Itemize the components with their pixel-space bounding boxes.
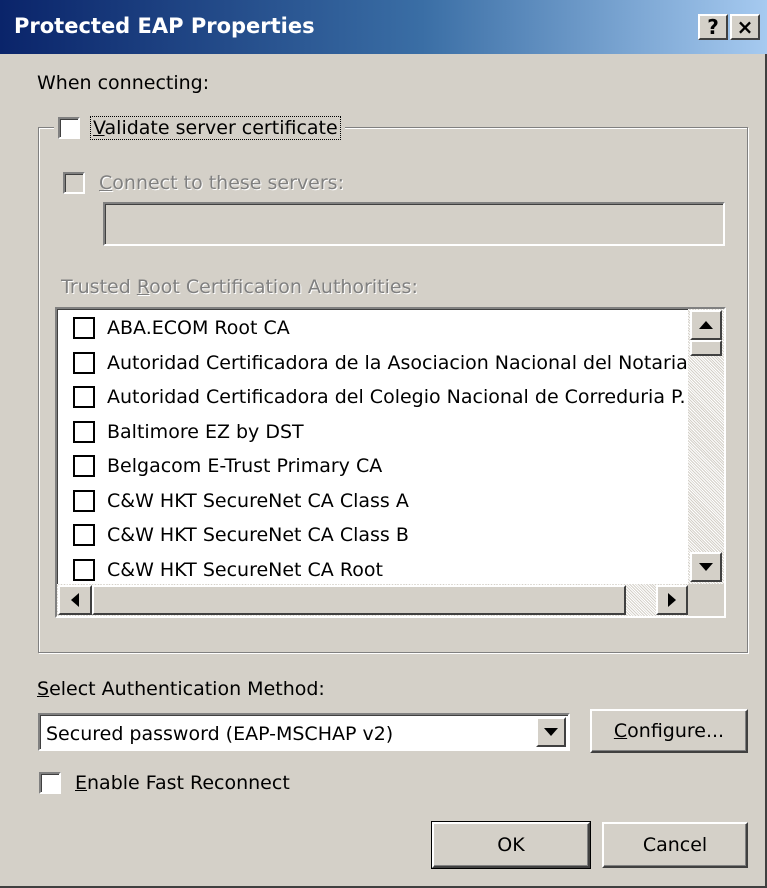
connect-servers-label: Connect to these servers:: [99, 172, 344, 194]
scroll-up-button[interactable]: [690, 310, 722, 340]
list-item-label: ABA.ECOM Root CA: [107, 317, 290, 339]
auth-method-label: Select Authentication Method:: [37, 678, 325, 700]
triangle-right-icon: [668, 593, 676, 607]
list-item-checkbox[interactable]: [73, 420, 95, 443]
cancel-button[interactable]: Cancel: [602, 822, 748, 868]
list-item-checkbox[interactable]: [73, 524, 95, 546]
list-item[interactable]: Belgacom E-Trust Primary CA: [73, 449, 693, 483]
list-item[interactable]: C&W HKT SecureNet CA Root: [73, 553, 693, 587]
triangle-down-icon: [699, 563, 713, 571]
help-button[interactable]: ?: [698, 14, 728, 40]
list-item-label: Autoridad Certificadora de la Asociacion…: [107, 351, 688, 374]
triangle-up-icon: [699, 321, 713, 329]
scroll-down-button[interactable]: [690, 552, 722, 582]
list-item[interactable]: ABA.ECOM Root CA: [73, 311, 693, 345]
list-item-label: Belgacom E-Trust Primary CA: [107, 455, 383, 477]
when-connecting-label: When connecting:: [37, 72, 210, 94]
list-item-checkbox[interactable]: [73, 386, 95, 408]
list-item-checkbox[interactable]: [73, 317, 95, 339]
list-item[interactable]: C&W HKT SecureNet CA Class B: [73, 518, 693, 552]
triangle-left-icon: [71, 593, 79, 607]
vertical-scroll-thumb[interactable]: [690, 340, 722, 356]
servers-input[interactable]: [103, 202, 725, 246]
window-title: Protected EAP Properties: [14, 14, 315, 38]
list-item[interactable]: C&W HKT SecureNet CA Class A: [73, 484, 693, 518]
auth-method-select[interactable]: Secured password (EAP-MSCHAP v2): [38, 713, 570, 751]
fast-reconnect-checkbox[interactable]: [39, 772, 61, 794]
validate-cert-label[interactable]: Validate server certificate: [90, 116, 341, 140]
list-item-checkbox[interactable]: [73, 489, 95, 512]
scroll-corner: [688, 584, 724, 616]
scroll-right-button[interactable]: [656, 585, 688, 615]
list-item[interactable]: Autoridad Certificadora de la Asociacion…: [73, 346, 693, 380]
list-item-label: C&W HKT SecureNet CA Class A: [107, 489, 409, 512]
close-button[interactable]: ×: [730, 14, 760, 40]
title-bar[interactable]: Protected EAP Properties ? ×: [0, 0, 767, 54]
chevron-down-icon: [544, 728, 558, 736]
list-item[interactable]: Baltimore EZ by DST: [73, 415, 693, 449]
list-item[interactable]: Autoridad Certificadora del Colegio Naci…: [73, 380, 693, 414]
list-item-checkbox[interactable]: [73, 455, 95, 477]
list-item-label: Autoridad Certificadora del Colegio Naci…: [107, 386, 686, 408]
configure-button[interactable]: Configure...: [590, 709, 748, 753]
validate-cert-checkbox[interactable]: [58, 117, 80, 139]
fast-reconnect-label[interactable]: Enable Fast Reconnect: [75, 772, 290, 794]
scroll-left-button[interactable]: [58, 585, 92, 615]
close-icon: ×: [736, 15, 754, 39]
list-item-checkbox[interactable]: [73, 558, 95, 581]
validate-cert-legend: Validate server certificate: [54, 110, 345, 146]
help-icon: ?: [707, 15, 719, 39]
connect-servers-checkbox[interactable]: [63, 172, 85, 194]
list-item-label: C&W HKT SecureNet CA Class B: [107, 524, 409, 546]
dialog-window: Protected EAP Properties ? × When connec…: [0, 0, 767, 888]
auth-method-dropdown-button[interactable]: [536, 717, 566, 747]
horizontal-scroll-thumb[interactable]: [92, 585, 626, 615]
list-item-label: C&W HKT SecureNet CA Root: [107, 558, 383, 581]
trusted-root-label: Trusted Root Certification Authorities:: [61, 276, 418, 298]
auth-method-value: Secured password (EAP-MSCHAP v2): [46, 723, 394, 745]
ok-button[interactable]: OK: [431, 821, 591, 869]
list-item-label: Baltimore EZ by DST: [107, 420, 304, 443]
list-item-checkbox[interactable]: [73, 351, 95, 374]
